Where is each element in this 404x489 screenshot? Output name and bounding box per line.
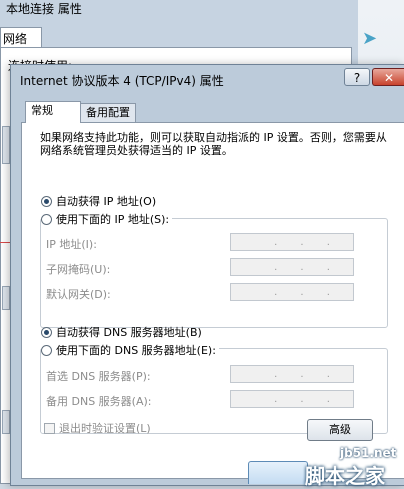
validate-on-exit-option[interactable]: 退出时验证设置(L) [44, 420, 151, 436]
watermark-url: jb51.net [340, 446, 397, 460]
description-text: 如果网络支持此功能，则可以获取自动指派的 IP 设置。否则，您需要从网络系统管理… [40, 131, 387, 157]
ip-auto-label: 自动获得 IP 地址(O) [56, 195, 157, 208]
subnet-mask-label: 子网掩码(U): [46, 263, 111, 276]
tab-general[interactable]: 常规 [25, 101, 81, 123]
ip-manual-radio[interactable] [41, 213, 52, 225]
dns-auto-radio[interactable] [41, 326, 52, 338]
network-icon: ➤ [362, 28, 378, 49]
watermark-name: 脚本之家 [305, 464, 385, 488]
close-button[interactable]: ✕ [372, 68, 404, 86]
ip-auto-radio[interactable] [41, 195, 52, 207]
dialog-title: Internet 协议版本 4 (TCP/IPv4) 属性 [20, 74, 224, 88]
advanced-button[interactable]: 高级 [307, 419, 373, 441]
ip-address-input[interactable]: ... [230, 233, 354, 251]
validate-on-exit-checkbox[interactable] [44, 422, 55, 434]
ipv4-properties-dialog: Internet 协议版本 4 (TCP/IPv4) 属性 ? ✕ 常规 备用配… [10, 64, 404, 486]
dns-auto-option[interactable]: 自动获得 DNS 服务器地址(B) [41, 324, 202, 340]
help-button[interactable]: ? [344, 68, 370, 86]
validate-on-exit-label: 退出时验证设置(L) [59, 422, 151, 435]
ip-auto-option[interactable]: 自动获得 IP 地址(O) [41, 193, 156, 209]
ip-address-label: IP 地址(I): [46, 238, 97, 251]
tab-alternate-config[interactable]: 备用配置 [80, 103, 136, 123]
preferred-dns-label: 首选 DNS 服务器(P): [46, 370, 151, 383]
default-gateway-label: 默认网关(D): [46, 288, 111, 301]
background-control-stub [2, 286, 10, 310]
alternate-dns-input[interactable]: ... [230, 390, 354, 408]
alternate-dns-label: 备用 DNS 服务器(A): [46, 395, 152, 408]
dns-manual-radio[interactable] [41, 344, 52, 356]
ok-button[interactable] [248, 461, 308, 484]
background-tab-network[interactable]: 网络 [0, 27, 42, 47]
ip-manual-option[interactable]: 使用下面的 IP 地址(S): [41, 211, 173, 227]
dns-auto-label: 自动获得 DNS 服务器地址(B) [56, 326, 202, 339]
background-control-stub [2, 410, 10, 434]
preferred-dns-input[interactable]: ... [230, 365, 354, 383]
background-control-stub [2, 126, 10, 164]
ip-manual-label: 使用下面的 IP 地址(S): [56, 213, 170, 226]
subnet-mask-input[interactable]: ... [230, 258, 354, 276]
dns-manual-label: 使用下面的 DNS 服务器地址(E): [56, 344, 216, 357]
background-window-title: 本地连接 属性 [6, 2, 82, 16]
dns-manual-option[interactable]: 使用下面的 DNS 服务器地址(E): [41, 342, 219, 358]
default-gateway-input[interactable]: ... [230, 283, 354, 301]
